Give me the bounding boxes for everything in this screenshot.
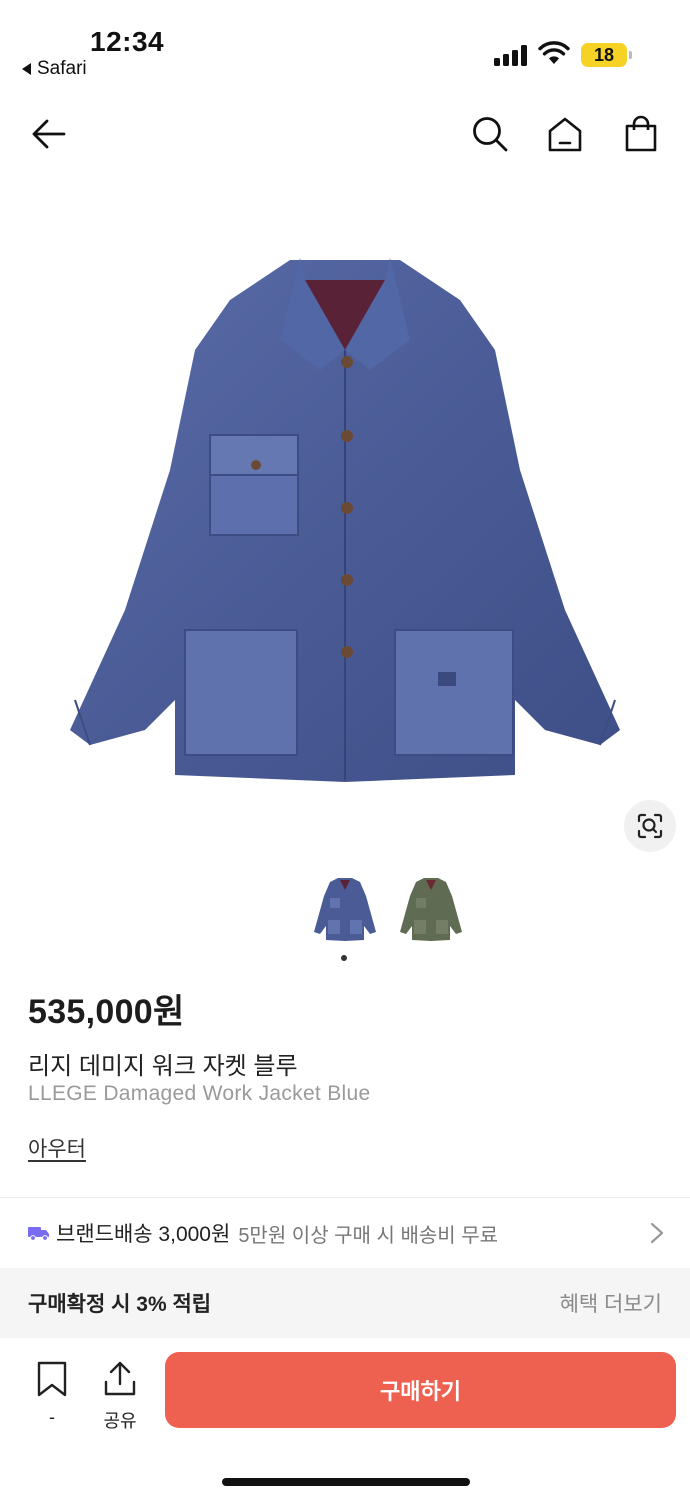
back-triangle-icon (22, 63, 31, 75)
bottom-action-bar: - 공유 구매하기 (0, 1338, 690, 1500)
carousel-indicator-dot (341, 955, 347, 961)
home-button[interactable] (543, 112, 587, 156)
home-indicator (222, 1478, 470, 1486)
shipping-info-row[interactable]: 브랜드배송 3,000원 5만원 이상 구매 시 배송비 무료 (0, 1198, 690, 1268)
cart-button[interactable] (619, 112, 663, 156)
product-price: 535,000원 (28, 993, 185, 1031)
truck-icon (28, 1227, 49, 1241)
status-time: 12:34 (90, 26, 165, 57)
product-name-korean: 리지 데미지 워크 자켓 블루 (28, 1053, 298, 1080)
bookmark-button[interactable]: - (24, 1360, 80, 1428)
jacket-thumbnail-olive (400, 878, 462, 941)
battery-indicator: 18 (581, 43, 632, 67)
cellular-signal-icon (494, 44, 527, 66)
product-category-link[interactable]: 아우터 (28, 1133, 86, 1163)
more-benefits-link[interactable]: 혜택 더보기 (560, 1288, 662, 1318)
search-icon (473, 117, 508, 152)
arrow-left-icon (32, 119, 66, 149)
jacket-thumbnail-blue (314, 878, 376, 941)
share-label: 공유 (103, 1411, 137, 1431)
product-image[interactable] (0, 190, 690, 850)
share-button[interactable]: 공유 (92, 1360, 148, 1433)
jacket-image (70, 258, 620, 782)
top-nav (0, 100, 690, 170)
share-icon (104, 1361, 136, 1396)
wifi-icon (538, 41, 570, 64)
back-button[interactable] (26, 112, 70, 156)
free-shipping-note: 5만원 이상 구매 시 배송비 무료 (238, 1224, 499, 1247)
buy-now-button[interactable]: 구매하기 (165, 1352, 676, 1428)
home-icon (548, 117, 582, 152)
search-button[interactable] (468, 112, 512, 156)
reward-benefit-row: 구매확정 시 3% 적립 혜택 더보기 (0, 1268, 690, 1338)
bookmark-icon (37, 1361, 67, 1397)
visual-search-button[interactable] (624, 800, 676, 852)
variant-thumbnails (0, 872, 690, 952)
bookmark-count: - (49, 1407, 55, 1427)
variant-thumbnail-olive[interactable] (396, 872, 466, 944)
status-bar: 12:34 Safari 18 (0, 0, 690, 90)
shopping-bag-icon (625, 115, 657, 152)
product-name-english: LLEGE Damaged Work Jacket Blue (28, 1082, 371, 1105)
shipping-fee-label: 브랜드배송 3,000원 (56, 1223, 231, 1246)
back-to-app-link[interactable]: Safari (22, 58, 87, 80)
reward-points-label: 구매확정 시 3% 적립 (28, 1293, 212, 1316)
variant-thumbnail-blue[interactable] (310, 872, 380, 944)
back-app-label: Safari (37, 58, 87, 79)
chevron-right-icon (650, 1222, 664, 1244)
camera-search-icon (637, 813, 663, 839)
